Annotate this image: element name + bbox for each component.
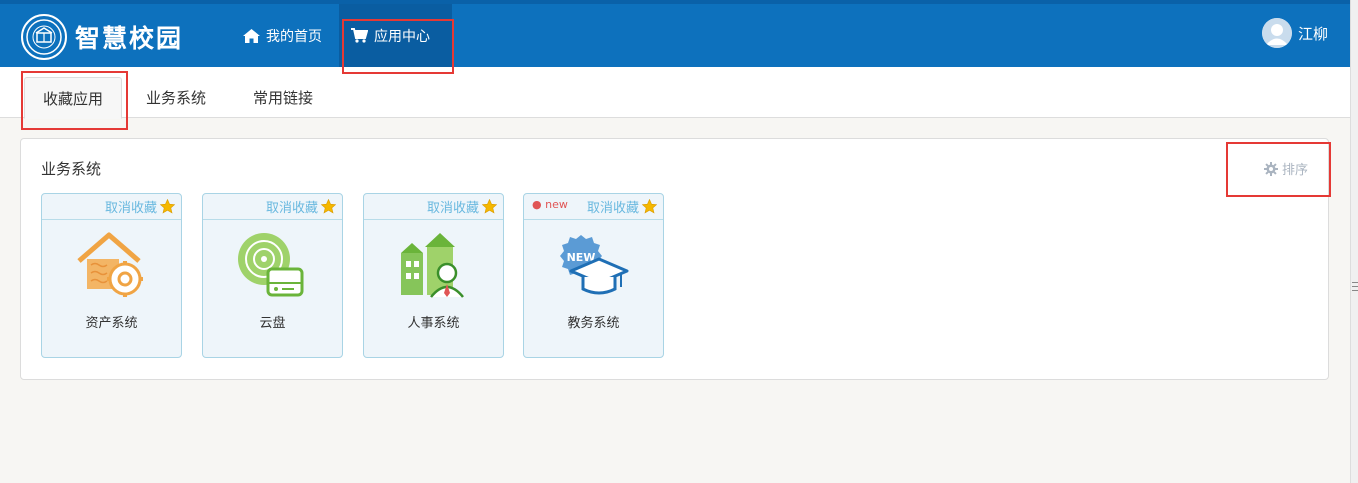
app-card-hr[interactable]: 取消收藏 人事系统 (363, 193, 504, 358)
user-name: 江柳 (1297, 24, 1328, 43)
card-header: ● new 取消收藏 (524, 194, 663, 220)
logo[interactable]: 智慧校园 (21, 14, 183, 60)
unfavorite-button[interactable]: 取消收藏 (105, 197, 175, 216)
unfavorite-label: 取消收藏 (104, 201, 157, 216)
cart-icon (351, 28, 368, 43)
tab-common-links[interactable]: 常用链接 (235, 77, 331, 118)
unfavorite-button[interactable]: 取消收藏 (587, 197, 657, 216)
unfavorite-label: 取消收藏 (265, 201, 318, 216)
tab-favorite-apps[interactable]: 收藏应用 (24, 77, 123, 119)
new-badge: ● new (532, 198, 568, 211)
panel-title: 业务系统 (41, 160, 102, 178)
business-systems-panel: 业务系统 排序 取消收藏 资产系统 取消收藏 云盘 取消收藏 人事系统 ● ne… (20, 138, 1329, 380)
academic-system-icon: NEW (557, 231, 629, 301)
home-icon (243, 28, 260, 43)
site-title: 智慧校园 (75, 24, 184, 53)
user-menu[interactable]: 江柳 (1261, 18, 1328, 48)
app-card-asset[interactable]: 取消收藏 资产系统 (41, 193, 182, 358)
app-card-cloud-disk[interactable]: 取消收藏 云盘 (202, 193, 343, 358)
nav-my-home[interactable]: 我的首页 (231, 4, 334, 67)
app-name: 人事系统 (407, 316, 460, 331)
sort-label: 排序 (1281, 163, 1308, 178)
nav-app-center[interactable]: 应用中心 (339, 4, 452, 67)
gear-icon (1263, 161, 1278, 176)
star-icon (482, 199, 497, 214)
unfavorite-label: 取消收藏 (586, 201, 639, 216)
app-card-academic[interactable]: ● new 取消收藏 NEW 教务系统 (523, 193, 664, 358)
star-icon (642, 199, 657, 214)
school-emblem-icon (21, 14, 67, 60)
unfavorite-button[interactable]: 取消收藏 (427, 197, 497, 216)
vertical-scrollbar[interactable] (1350, 0, 1358, 483)
card-header: 取消收藏 (364, 194, 503, 220)
avatar (1261, 18, 1292, 48)
sort-button[interactable]: 排序 (1263, 159, 1308, 178)
scrollbar-grip[interactable] (1352, 282, 1358, 291)
hr-system-icon (397, 231, 469, 301)
app-name: 云盘 (259, 316, 286, 331)
nav-my-home-label: 我的首页 (266, 28, 322, 45)
tab-business-systems[interactable]: 业务系统 (128, 77, 224, 118)
star-icon (321, 199, 336, 214)
asset-system-icon (75, 231, 147, 301)
new-label: new (545, 198, 568, 211)
top-header: 智慧校园 我的首页 应用中心 江柳 (0, 0, 1350, 67)
cloud-disk-icon (236, 231, 308, 301)
unfavorite-button[interactable]: 取消收藏 (266, 197, 336, 216)
star-icon (160, 199, 175, 214)
nav-app-center-label: 应用中心 (374, 28, 430, 45)
app-name: 教务系统 (567, 316, 620, 331)
card-header: 取消收藏 (42, 194, 181, 220)
unfavorite-label: 取消收藏 (426, 201, 479, 216)
card-header: 取消收藏 (203, 194, 342, 220)
tab-bar: 收藏应用 业务系统 常用链接 (0, 67, 1350, 119)
app-name: 资产系统 (85, 316, 138, 331)
